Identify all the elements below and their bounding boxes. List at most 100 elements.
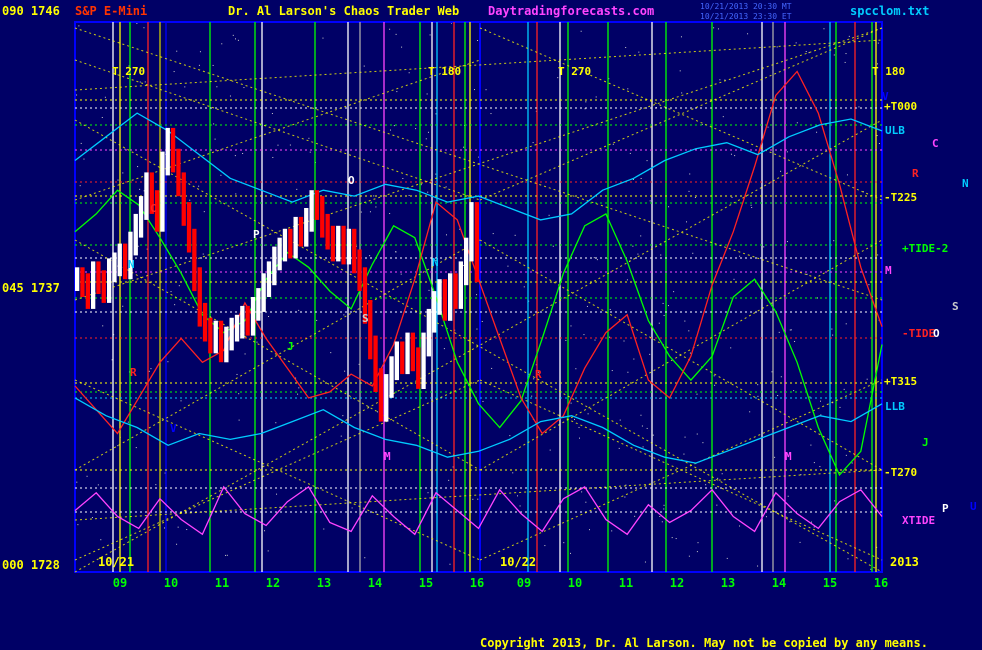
right-level-label: +T315 — [884, 375, 917, 388]
star-dot — [833, 240, 835, 242]
star-dot — [663, 504, 665, 506]
star-dot — [395, 251, 397, 253]
price-bar — [288, 228, 293, 259]
price-bar — [325, 213, 330, 250]
star-dot — [765, 516, 767, 518]
star-dot — [395, 33, 397, 35]
star-dot — [733, 278, 735, 280]
price-bar — [107, 258, 112, 303]
star-dot — [396, 91, 398, 93]
star-dot — [507, 265, 509, 267]
price-bar — [378, 368, 384, 422]
star-dot — [618, 447, 620, 449]
planet-marker: S — [952, 300, 959, 313]
x-tick-label: 10 — [568, 576, 582, 590]
star-dot — [688, 330, 690, 332]
gann-angle-line — [74, 59, 481, 201]
planet-marker: P — [942, 502, 949, 515]
x-tick-label: 11 — [215, 576, 229, 590]
star-dot — [427, 191, 429, 193]
star-dot — [389, 213, 391, 215]
star-dot — [719, 79, 721, 81]
star-dot — [722, 116, 724, 118]
star-dot — [640, 177, 642, 179]
gann-angle-line — [74, 39, 883, 91]
star-dot — [688, 555, 690, 557]
star-dot — [813, 526, 815, 528]
star-dot — [492, 233, 494, 235]
x-tick-label: 15 — [823, 576, 837, 590]
date-label: 10/22 — [500, 555, 536, 569]
price-bar — [128, 231, 133, 280]
star-dot — [609, 336, 611, 338]
time-marker-label: T 270 — [558, 65, 591, 78]
star-dot — [176, 543, 178, 545]
star-dot — [363, 65, 365, 67]
star-dot — [832, 334, 834, 336]
star-dot — [589, 529, 591, 531]
price-bar — [426, 308, 431, 357]
star-dot — [629, 152, 631, 154]
star-dot — [97, 484, 99, 486]
star-dot — [794, 340, 796, 342]
star-dot — [476, 294, 478, 296]
price-bar — [123, 243, 128, 280]
star-dot — [415, 128, 417, 130]
star-dot — [236, 373, 238, 375]
star-dot — [817, 297, 819, 299]
star-dot — [400, 273, 402, 275]
star-dot — [298, 387, 300, 389]
star-dot — [660, 254, 662, 256]
star-dot — [713, 375, 715, 377]
star-dot — [242, 152, 244, 154]
star-dot — [517, 495, 519, 497]
star-dot — [235, 193, 237, 195]
star-dot — [697, 542, 699, 544]
star-dot — [570, 402, 572, 404]
star-dot — [679, 70, 681, 72]
star-dot — [713, 27, 715, 29]
star-dot — [585, 101, 587, 103]
price-bar — [373, 335, 378, 392]
star-dot — [809, 396, 811, 398]
star-dot — [716, 504, 718, 506]
star-dot — [184, 86, 186, 88]
x-tick-label: 14 — [368, 576, 382, 590]
star-dot — [117, 445, 119, 447]
star-dot — [316, 319, 318, 321]
planet-marker: V — [882, 90, 889, 103]
star-dot — [377, 411, 379, 413]
star-dot — [565, 339, 567, 341]
star-dot — [78, 25, 80, 27]
star-dot — [343, 314, 345, 316]
star-dot — [625, 47, 627, 49]
star-dot — [102, 325, 104, 327]
star-dot — [139, 81, 141, 83]
star-dot — [627, 371, 629, 373]
price-bar — [352, 228, 357, 274]
star-dot — [694, 197, 696, 199]
star-dot — [858, 106, 860, 108]
star-dot — [544, 545, 546, 547]
price-bar — [165, 127, 170, 176]
star-dot — [155, 484, 157, 486]
price-bar — [416, 347, 421, 389]
price-bar — [282, 228, 288, 262]
star-dot — [402, 177, 404, 179]
planet-marker: O — [933, 327, 940, 340]
star-dot — [649, 353, 651, 355]
price-bar — [229, 317, 234, 351]
date-label: 10/21 — [98, 555, 134, 569]
star-dot — [649, 200, 651, 202]
star-dot — [214, 138, 216, 140]
star-dot — [771, 381, 773, 383]
star-dot — [681, 92, 683, 94]
star-dot — [256, 341, 258, 343]
star-dot — [91, 517, 93, 519]
star-dot — [268, 316, 270, 318]
star-dot — [277, 144, 279, 146]
star-dot — [202, 253, 204, 255]
star-dot — [810, 521, 812, 523]
star-dot — [714, 384, 716, 386]
star-dot — [763, 246, 765, 248]
